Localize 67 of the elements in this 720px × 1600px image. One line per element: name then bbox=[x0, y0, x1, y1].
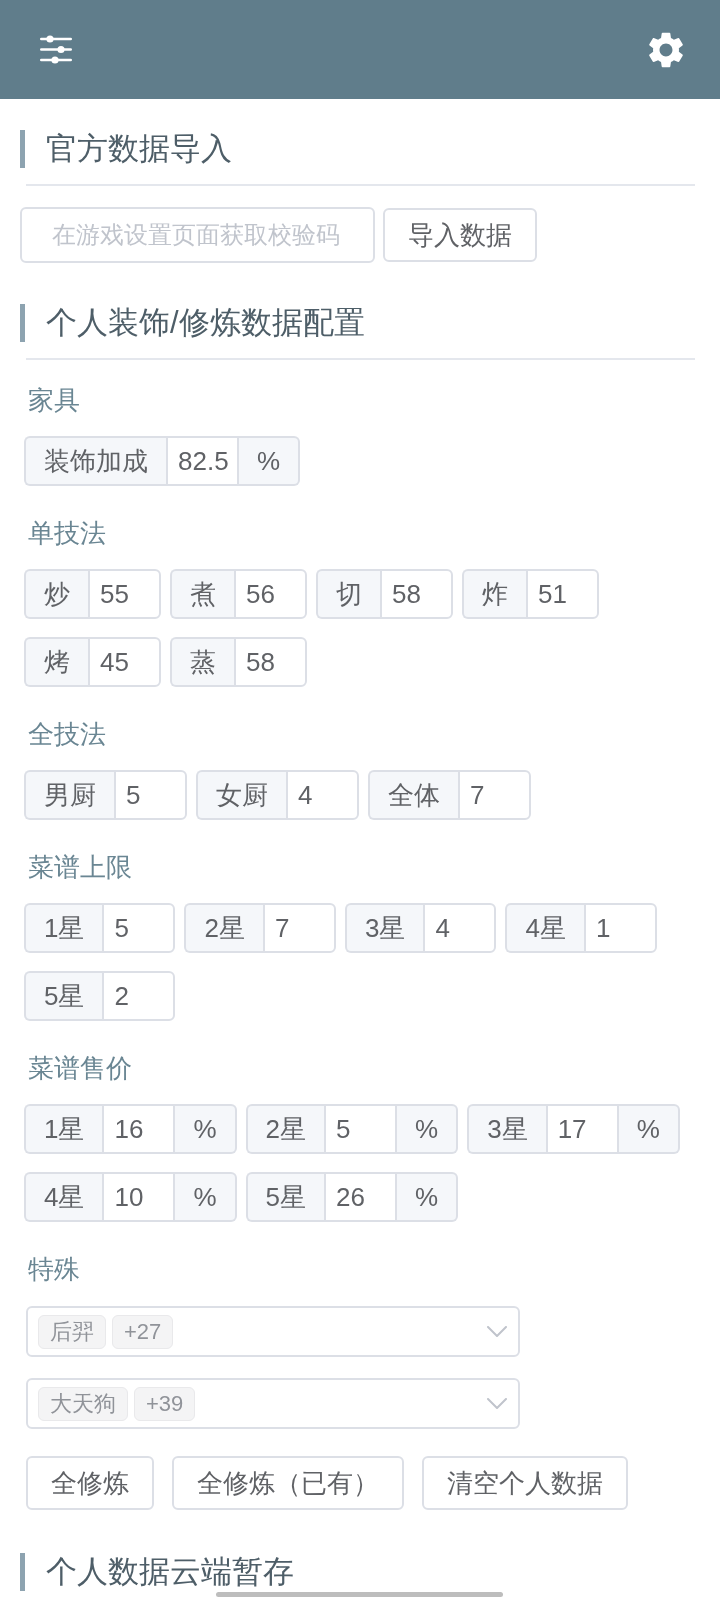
field-label: 全体 bbox=[368, 770, 458, 820]
number-input[interactable]: 4 bbox=[286, 770, 359, 820]
number-input[interactable]: 16 bbox=[102, 1104, 176, 1154]
number-input[interactable]: 10 bbox=[102, 1172, 176, 1222]
field-label: 女厨 bbox=[196, 770, 286, 820]
section-title: 个人装饰/修炼数据配置 bbox=[20, 304, 365, 342]
number-input[interactable]: 26 bbox=[324, 1172, 398, 1222]
unit-label: % bbox=[175, 1172, 237, 1222]
number-input[interactable]: 45 bbox=[88, 637, 161, 687]
field-label: 切 bbox=[316, 569, 380, 619]
number-input[interactable]: 17 bbox=[545, 1104, 619, 1154]
field-label: 烤 bbox=[24, 637, 88, 687]
action-button[interactable]: 清空个人数据 bbox=[422, 1456, 628, 1510]
number-input[interactable]: 56 bbox=[234, 569, 307, 619]
unit-label: % bbox=[618, 1104, 680, 1154]
number-input[interactable]: 82.5 bbox=[166, 436, 239, 486]
chevron-icon bbox=[487, 1398, 507, 1409]
field-label: 1星 bbox=[24, 1104, 103, 1154]
code-input-field[interactable]: 在游戏设置页面获取校验码 bbox=[20, 207, 375, 263]
action-button[interactable]: 全修炼（已有） bbox=[172, 1456, 404, 1510]
group-label: 特殊 bbox=[28, 1253, 80, 1286]
unit-label: % bbox=[239, 436, 301, 486]
selected-tag: 后羿 bbox=[38, 1314, 106, 1349]
number-input[interactable]: 2 bbox=[102, 971, 176, 1021]
number-input[interactable]: 7 bbox=[262, 903, 336, 953]
group-label: 单技法 bbox=[28, 517, 106, 550]
selected-tag: +27 bbox=[112, 1314, 174, 1349]
unit-label: % bbox=[397, 1104, 459, 1154]
group-label: 菜谱上限 bbox=[28, 851, 132, 884]
chevron-icon bbox=[487, 1326, 507, 1337]
field-label: 3星 bbox=[467, 1104, 546, 1154]
field-label: 5星 bbox=[245, 1172, 325, 1222]
field-label: 5星 bbox=[24, 971, 103, 1021]
unit-label: % bbox=[175, 1104, 237, 1154]
number-input[interactable]: 5 bbox=[324, 1104, 398, 1154]
field-label: 蒸 bbox=[170, 637, 234, 687]
section-title: 官方数据导入 bbox=[20, 130, 232, 168]
field-label: 4星 bbox=[24, 1172, 103, 1222]
number-input[interactable]: 58 bbox=[234, 637, 307, 687]
import-button[interactable]: 导入数据 bbox=[383, 208, 537, 262]
number-input[interactable]: 1 bbox=[583, 903, 657, 953]
sliders-icon[interactable] bbox=[40, 35, 72, 64]
field-label: 2星 bbox=[184, 903, 263, 953]
settings-icon[interactable] bbox=[649, 31, 683, 68]
field-label: 装饰加成 bbox=[24, 436, 166, 486]
field-label: 炸 bbox=[462, 569, 526, 619]
number-input[interactable]: 7 bbox=[458, 770, 531, 820]
selected-tag: 大天狗 bbox=[38, 1386, 128, 1421]
field-label: 4星 bbox=[505, 903, 584, 953]
field-label: 炒 bbox=[24, 569, 88, 619]
field-label: 3星 bbox=[344, 903, 424, 953]
field-label: 1星 bbox=[24, 903, 103, 953]
number-input[interactable]: 58 bbox=[380, 569, 453, 619]
field-label: 男厨 bbox=[24, 770, 114, 820]
number-input[interactable]: 55 bbox=[88, 569, 161, 619]
number-input[interactable]: 5 bbox=[102, 903, 176, 953]
field-label: 煮 bbox=[170, 569, 234, 619]
unit-label: % bbox=[397, 1172, 459, 1222]
field-label: 2星 bbox=[245, 1104, 325, 1154]
group-label: 菜谱售价 bbox=[28, 1052, 132, 1085]
number-input[interactable]: 51 bbox=[526, 569, 599, 619]
number-input[interactable]: 4 bbox=[423, 903, 497, 953]
group-label: 家具 bbox=[28, 384, 80, 417]
action-button[interactable]: 全修炼 bbox=[26, 1456, 154, 1510]
group-label: 全技法 bbox=[28, 718, 106, 751]
number-input[interactable]: 5 bbox=[114, 770, 187, 820]
selected-tag: +39 bbox=[134, 1386, 196, 1421]
